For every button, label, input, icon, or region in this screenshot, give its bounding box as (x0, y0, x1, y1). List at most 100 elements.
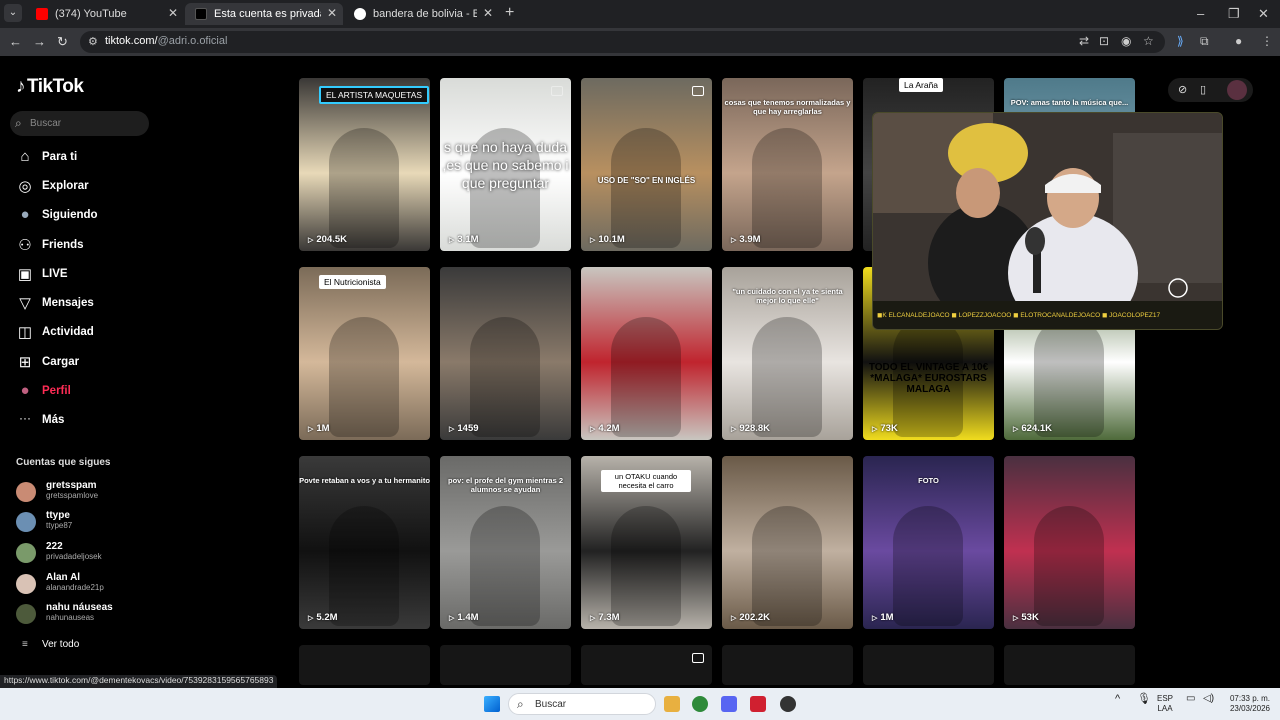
play-icon: ▷ (308, 615, 314, 622)
site-info-icon[interactable]: ⚙ (88, 35, 98, 48)
nav-friends[interactable]: ⚇ Friends (16, 236, 156, 258)
nav-explorar[interactable]: ◎ Explorar (16, 177, 156, 199)
close-tab-icon[interactable]: ✕ (483, 6, 493, 20)
following-account[interactable]: nahu náuseas nahunauseas (16, 602, 156, 626)
video-tile[interactable]: pov: el profe del gym mientras 2 alumnos… (440, 456, 571, 629)
device-icon[interactable]: ▯ (1200, 83, 1206, 96)
chrome-icon[interactable] (692, 696, 708, 712)
close-tab-icon[interactable]: ✕ (168, 6, 178, 20)
install-app-icon[interactable]: ⊡ (1099, 34, 1109, 48)
avatar[interactable] (1227, 80, 1247, 100)
video-tile[interactable]: FOTO ▷ 1M (863, 456, 994, 629)
video-tile[interactable]: El Nutricionista ▷ 1M (299, 267, 430, 440)
search-input[interactable]: ⌕ Buscar (10, 111, 149, 136)
extensions-puzzle-icon[interactable]: ⧉ (1200, 34, 1209, 49)
view-count-value: 10.1M (598, 234, 625, 245)
view-count: ▷ 10.1M (590, 234, 625, 245)
tiktok-icon (195, 8, 207, 20)
video-tile-placeholder[interactable] (1004, 645, 1135, 685)
video-tile-placeholder[interactable] (299, 645, 430, 685)
video-tile-placeholder[interactable] (863, 645, 994, 685)
video-tile-placeholder[interactable] (581, 645, 712, 685)
video-tile[interactable]: s que no haya duda ,es que no sabemo i q… (440, 78, 571, 251)
nav-perfil[interactable]: ● Perfil (16, 382, 156, 404)
video-caption: s que no haya duda ,es que no sabemo i q… (442, 139, 569, 191)
carousel-icon (551, 86, 563, 96)
nav-live[interactable]: ▣ LIVE (16, 265, 156, 287)
share-icon[interactable]: ⊘ (1178, 83, 1187, 96)
view-count-value: 928.8K (739, 423, 771, 434)
messages-icon: ▽ (19, 295, 31, 312)
video-tile-placeholder[interactable] (722, 645, 853, 685)
view-count: ▷ 204.5K (308, 234, 347, 245)
app-icon[interactable] (780, 696, 796, 712)
nav-actividad[interactable]: ◫ Actividad (16, 323, 156, 345)
forward-icon[interactable]: → (33, 34, 46, 49)
nav-mensajes[interactable]: ▽ Mensajes (16, 294, 156, 316)
start-button-icon[interactable] (484, 696, 500, 712)
view-count-value: 624.1K (1021, 423, 1053, 434)
hide-icon[interactable]: ◉ (1121, 34, 1131, 48)
video-tile[interactable]: ▷ 4.2M (581, 267, 712, 440)
see-all-link[interactable]: ≡ Ver todo (22, 639, 79, 650)
nav-para-ti[interactable]: ⌂ Para ti (16, 148, 156, 170)
bookmark-star-icon[interactable]: ☆ (1143, 34, 1154, 48)
back-icon[interactable]: ← (9, 34, 22, 49)
view-count-value: 1M (880, 612, 894, 623)
following-account[interactable]: Alan Al alanandrade21p (16, 572, 156, 596)
floating-video-player[interactable]: ◼K ELCANALDEJOACO ◼ LOPEZZJOACOO ◼ ELOTR… (872, 112, 1223, 330)
tab-title: Esta cuenta es privada. Sigue e (214, 8, 321, 20)
address-bar[interactable]: ⚙ tiktok.com/@adri.o.oficial (80, 31, 1165, 53)
network-icon[interactable]: ▭ (1186, 694, 1195, 704)
menu-dots-icon[interactable]: ⋮ (1261, 34, 1273, 48)
clock[interactable]: 07:33 p. m. 23/03/2026 (1222, 694, 1270, 714)
tray-chevron-icon[interactable]: ^ (1115, 694, 1120, 705)
play-icon: ▷ (308, 426, 314, 433)
volume-icon[interactable]: ◁) (1203, 694, 1214, 704)
video-tile[interactable]: un OTAKU cuando necesita el carro ▷ 7.3M (581, 456, 712, 629)
following-account[interactable]: ttype ttype87 (16, 510, 156, 534)
reload-icon[interactable]: ↻ (57, 34, 68, 50)
view-count-value: 7.3M (598, 612, 620, 623)
view-count-value: 204.5K (316, 234, 348, 245)
video-tile[interactable]: EL ARTISTA MAQUETAS ▷ 204.5K (299, 78, 430, 251)
translate-icon[interactable]: ⇄ (1079, 34, 1089, 48)
microphone-icon[interactable]: 🎙 (1137, 694, 1151, 705)
close-tab-icon[interactable]: ✕ (327, 6, 337, 20)
video-caption: cosas que tenemos normalizadas y que hay… (724, 98, 851, 116)
play-icon: ▷ (590, 615, 596, 622)
discord-icon[interactable] (721, 696, 737, 712)
tab-tiktok[interactable]: Esta cuenta es privada. Sigue e ✕ (185, 3, 343, 25)
app-icon[interactable] (750, 696, 766, 712)
maximize-icon[interactable]: ❐ (1228, 6, 1240, 22)
video-tile[interactable]: Povte retaban a vos y a tu hermanito ▷ 5.2… (299, 456, 430, 629)
screen: ⌄ (374) YouTube ✕ Esta cuenta es privada… (0, 0, 1280, 720)
following-account[interactable]: 222 privadadeljosek (16, 541, 156, 565)
tab-google[interactable]: bandera de bolivia - Buscar con ✕ (344, 3, 499, 25)
language-indicator[interactable]: ESP LAA (1157, 694, 1173, 714)
view-count-value: 1M (316, 423, 330, 434)
tab-search-dropdown[interactable]: ⌄ (4, 4, 22, 22)
nav-siguiendo[interactable]: ● Siguiendo (16, 206, 156, 228)
profile-icon[interactable]: ● (1235, 34, 1242, 48)
play-icon: ▷ (449, 426, 455, 433)
close-window-icon[interactable]: ✕ (1258, 6, 1269, 22)
video-tile[interactable]: cosas que tenemos normalizadas y que hay… (722, 78, 853, 251)
following-account[interactable]: gretsspam gretsspamlove (16, 480, 156, 504)
video-tile[interactable]: ▷ 53K (1004, 456, 1135, 629)
video-tile-placeholder[interactable] (440, 645, 571, 685)
nav-mas[interactable]: ··· Más (16, 411, 156, 433)
taskbar-search[interactable]: ⌕ Buscar (508, 693, 656, 715)
new-tab-icon[interactable]: + (505, 4, 514, 22)
video-tile[interactable]: USO DE "SO" EN INGLÉS ▷ 10.1M (581, 78, 712, 251)
tiktok-logo[interactable]: ♪ TikTok (16, 76, 84, 98)
extension-icon[interactable]: ⟫ (1177, 34, 1184, 48)
minimize-icon[interactable]: – (1197, 6, 1204, 21)
nav-cargar[interactable]: ⊞ Cargar (16, 353, 156, 375)
video-tile[interactable]: ▷ 1459 (440, 267, 571, 440)
video-tile[interactable]: "un cuidado con el ya te sienta mejor lo… (722, 267, 853, 440)
tab-youtube[interactable]: (374) YouTube ✕ (26, 3, 184, 25)
thumbnail-figure (329, 506, 399, 626)
file-explorer-icon[interactable] (664, 696, 680, 712)
video-tile[interactable]: ▷ 202.2K (722, 456, 853, 629)
